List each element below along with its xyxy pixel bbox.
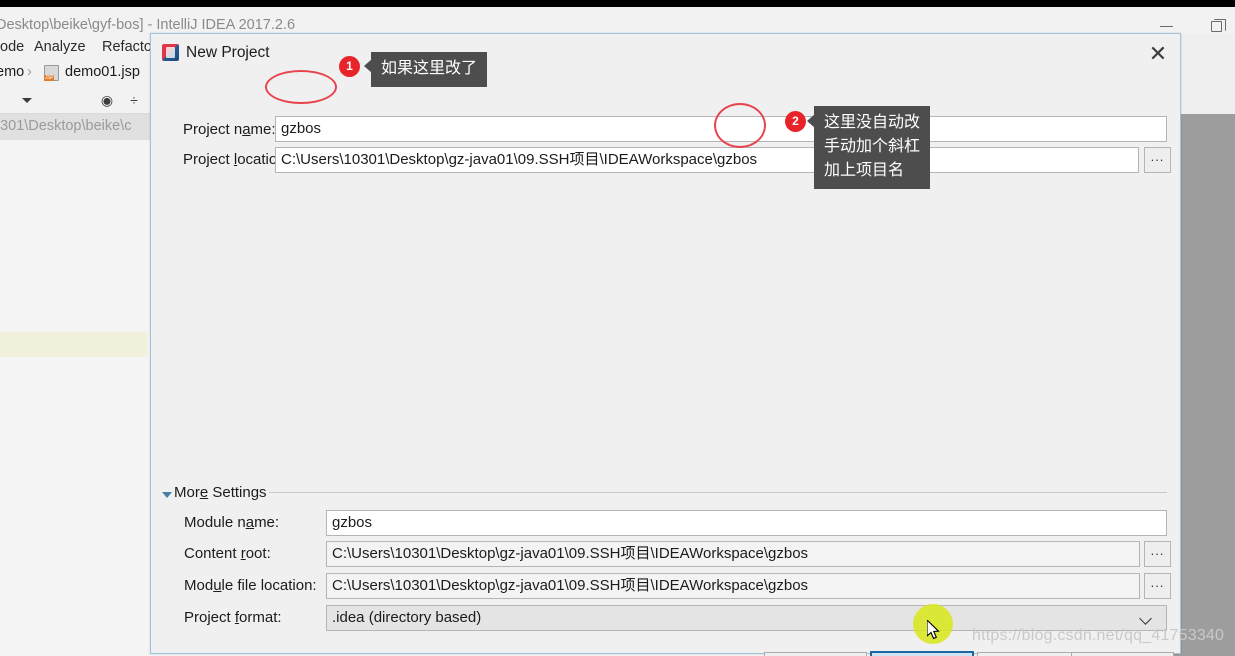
annotation-circle-project-name: [265, 70, 337, 104]
previous-button[interactable]: Previous: [764, 652, 867, 656]
project-name-label-pre: Project n: [183, 121, 243, 138]
dialog-title: New Project: [186, 44, 270, 61]
project-format-value: .idea (directory based): [332, 609, 482, 626]
more-settings-caret-icon[interactable]: [162, 492, 172, 498]
editor-line-highlight: [0, 332, 147, 357]
more-settings-label-rest: Settings: [208, 484, 267, 501]
ide-title-bar: Desktop\beike\gyf-bos] - IntelliJ IDEA 2…: [0, 7, 1235, 34]
module-name-label-mnemonic: a: [245, 514, 255, 531]
annotation-tip-1: 如果这里改了: [371, 52, 488, 87]
chevron-down-icon[interactable]: [1141, 614, 1152, 625]
project-name-label-rest: me:: [250, 121, 276, 138]
breadcrumb-separator: ›: [27, 64, 32, 80]
screen: Desktop\beike\gyf-bos] - IntelliJ IDEA 2…: [0, 0, 1235, 656]
project-format-label-rest: ormat:: [239, 609, 282, 626]
path-bar-text: 0301\Desktop\beike\c: [0, 118, 132, 134]
dialog-body: Project name: gzbos Project location: C:…: [151, 71, 1180, 656]
module-file-location-label: Module file location:: [184, 577, 317, 594]
annotation-circle-project-location: [714, 103, 766, 148]
help-button[interactable]: Help: [1071, 652, 1174, 656]
new-project-dialog: New Project ✕ Project name: gzbos Projec…: [150, 33, 1181, 656]
project-location-label-pre: Project: [183, 151, 234, 168]
cancel-button[interactable]: Cancel: [977, 652, 1080, 656]
annotation-tip-2: 这里没自动改 手动加个斜杠 加上项目名: [814, 106, 931, 189]
finish-button[interactable]: Finish: [870, 651, 974, 656]
content-root-label-rest: oot:: [245, 545, 271, 562]
module-file-location-browse-button[interactable]: ...: [1144, 573, 1171, 599]
module-file-location-label-pre: Mod: [184, 577, 214, 594]
module-file-location-input[interactable]: C:\Users\10301\Desktop\gz-java01\09.SSH项…: [326, 573, 1140, 599]
menu-item-code[interactable]: ode: [0, 38, 28, 56]
watermark: https://blog.csdn.net/qq_41753340: [972, 627, 1225, 644]
menu-item-analyze[interactable]: Analyze: [30, 38, 90, 56]
module-name-label-pre: Module n: [184, 514, 246, 531]
intellij-idea-icon: [162, 44, 179, 61]
more-settings-label-mnemonic: e: [199, 484, 209, 501]
module-name-label-rest: me:: [254, 514, 280, 531]
breadcrumb-parent[interactable]: emo: [0, 64, 24, 80]
project-location-browse-button[interactable]: ...: [1144, 147, 1171, 173]
breadcrumb-file[interactable]: demo01.jsp: [65, 64, 140, 80]
jsp-file-icon: [44, 65, 59, 81]
dialog-title-bar: New Project ✕: [151, 34, 1180, 71]
content-root-label: Content root:: [184, 545, 271, 562]
project-name-label: Project name:: [183, 121, 276, 138]
annotation-badge-1: 1: [339, 56, 360, 77]
module-name-input[interactable]: gzbos: [326, 510, 1167, 536]
more-settings-label[interactable]: More Settings: [174, 484, 267, 501]
project-format-label-pre: Project: [184, 609, 235, 626]
module-name-label: Module name:: [184, 514, 279, 531]
divide-icon[interactable]: ÷: [126, 92, 142, 108]
menu-item-refactor[interactable]: Refacto: [98, 38, 156, 56]
close-icon[interactable]: ✕: [1143, 43, 1173, 67]
project-format-label: Project format:: [184, 609, 282, 626]
more-settings-divider: [269, 492, 1167, 493]
ide-window-title: Desktop\beike\gyf-bos] - IntelliJ IDEA 2…: [0, 17, 296, 33]
module-file-location-label-mnemonic: u: [213, 577, 222, 594]
mouse-cursor-icon: [927, 620, 940, 640]
more-settings-label-pre: Mor: [174, 484, 200, 501]
project-name-label-mnemonic: a: [242, 121, 251, 138]
screen-top-strip: [0, 0, 1235, 7]
project-location-label: Project location:: [183, 151, 290, 168]
content-root-input[interactable]: C:\Users\10301\Desktop\gz-java01\09.SSH项…: [326, 541, 1140, 567]
chevron-down-icon[interactable]: [22, 98, 32, 103]
target-icon[interactable]: ◉: [99, 92, 115, 108]
content-root-browse-button[interactable]: ...: [1144, 541, 1171, 567]
annotation-badge-2: 2: [785, 111, 806, 132]
module-file-location-label-rest: le file location:: [221, 577, 317, 594]
project-location-input[interactable]: C:\Users\10301\Desktop\gz-java01\09.SSH项…: [275, 147, 1139, 173]
content-root-label-pre: Content: [184, 545, 241, 562]
